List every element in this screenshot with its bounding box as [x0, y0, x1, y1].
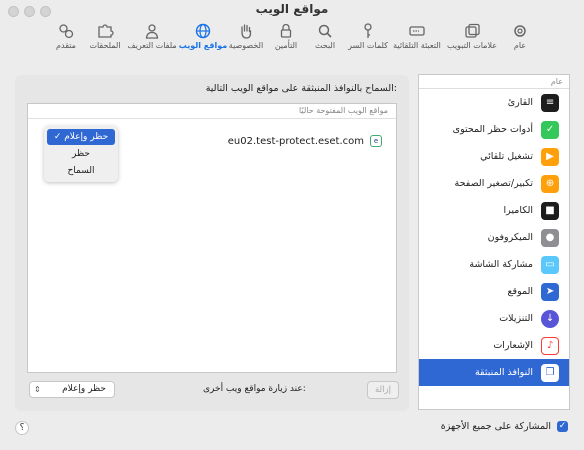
menu-item-block-and-notify[interactable]: ✓ حظر وإعلام	[47, 129, 115, 145]
puzzle-icon	[98, 24, 114, 38]
sidebar-item-popup-windows[interactable]: ❐ النوافذ المنبثقة	[419, 359, 569, 386]
microphone-icon: ●	[541, 228, 559, 247]
sidebar-item-label: الميكروفون	[487, 232, 533, 243]
panel-heading: السماح بالنوافذ المنبثقة على مواقع الويب…	[205, 83, 397, 94]
sidebar-item-label: أدوات حظر المحتوى	[452, 124, 533, 135]
menu-item-block[interactable]: حظر	[47, 146, 115, 162]
other-sites-select[interactable]: حظر وإعلام ⇕	[29, 381, 115, 398]
hand-icon	[241, 24, 252, 39]
sidebar-section-header: عام	[419, 75, 569, 89]
sidebar-item-content-blockers[interactable]: ✓ أدوات حظر المحتوى	[419, 116, 569, 143]
checkmark-icon: ✓	[53, 132, 62, 142]
gear-icon	[514, 25, 526, 37]
remove-button[interactable]: إزالة	[367, 381, 399, 399]
tabs-icon	[465, 23, 480, 38]
sidebar-item-location[interactable]: ➤ الموقع	[419, 278, 569, 305]
safari-settings-window: مواقع الويب عام علامات التبويب التعبئة ا…	[0, 0, 584, 450]
bell-icon: ♪	[541, 336, 559, 355]
location-arrow-icon: ➤	[541, 282, 559, 301]
sidebar-item-label: الكاميرا	[503, 205, 533, 216]
table-header: مواقع الويب المفتوحة حاليًا	[28, 104, 396, 119]
popup-window-icon: ❐	[541, 363, 559, 382]
sidebar-item-notifications[interactable]: ♪ الإشعارات	[419, 332, 569, 359]
key-icon	[364, 23, 372, 38]
window-title: مواقع الويب	[255, 2, 329, 16]
autofill-icon	[409, 26, 425, 36]
tab-advanced[interactable]: متقدم	[40, 22, 92, 58]
table-row[interactable]: eu02.test-protect.eset.com e	[228, 135, 382, 147]
sidebar-item-camera[interactable]: ■ الكاميرا	[419, 197, 569, 224]
select-value: حظر وإعلام	[62, 384, 106, 394]
settings-toolbar: عام علامات التبويب التعبئة التلقائية كلم…	[0, 20, 584, 58]
tab-websites[interactable]: مواقع الويب	[177, 20, 229, 58]
sidebar-item-label: تكبير/تصغير الصفحة	[454, 178, 533, 189]
tab-label: ملفات التعريف	[127, 41, 177, 50]
popup-settings-panel: السماح بالنوافذ المنبثقة على مواقع الويب…	[15, 75, 409, 411]
tab-tabs[interactable]: علامات التبويب	[446, 22, 498, 58]
screen-share-icon: ▭	[541, 255, 559, 274]
tab-label: مواقع الويب	[178, 41, 228, 50]
tab-label: التعبئة التلقائية	[393, 41, 441, 50]
camera-icon: ■	[541, 201, 559, 220]
tab-label: علامات التبويب	[446, 41, 498, 50]
search-icon	[318, 24, 332, 38]
reader-icon: ≡	[541, 93, 559, 112]
settings-sidebar: عام ≡ القارئ ✓ أدوات حظر المحتوى ▶ تشغيل…	[418, 74, 570, 410]
popup-policy-menu: ✓ حظر وإعلام حظر السماح	[44, 126, 118, 182]
menu-item-label: حظر وإعلام	[64, 132, 109, 142]
sidebar-item-label: التنزيلات	[499, 313, 533, 324]
sidebar-item-label: مشاركة الشاشة	[469, 259, 533, 270]
sidebar-item-label: النوافذ المنبثقة	[474, 367, 533, 378]
sidebar-item-page-zoom[interactable]: ⊕ تكبير/تصغير الصفحة	[419, 170, 569, 197]
tab-general[interactable]: عام	[494, 22, 546, 58]
sidebar-item-microphone[interactable]: ● الميكروفون	[419, 224, 569, 251]
sidebar-item-reader[interactable]: ≡ القارئ	[419, 89, 569, 116]
sidebar-item-label: تشغيل تلقائي	[480, 151, 533, 162]
help-button[interactable]: ؟	[15, 421, 29, 435]
sidebar-item-label: القارئ	[507, 97, 533, 108]
tab-label: عام	[513, 41, 527, 50]
share-across-devices[interactable]: المشاركة على جميع الأجهزة ✓	[441, 421, 568, 432]
advanced-gear-icon	[59, 24, 74, 39]
chevron-updown-icon: ⇕	[34, 385, 41, 394]
eset-favicon-icon: e	[370, 135, 382, 147]
content-blocker-icon: ✓	[541, 120, 559, 139]
share-label: المشاركة على جميع الأجهزة	[440, 421, 551, 432]
tab-label: متقدم	[56, 41, 76, 50]
zoom-icon: ⊕	[541, 174, 559, 193]
person-icon	[145, 24, 159, 39]
site-name: eu02.test-protect.eset.com	[227, 135, 364, 147]
sidebar-item-autoplay[interactable]: ▶ تشغيل تلقائي	[419, 143, 569, 170]
tab-profiles[interactable]: ملفات التعريف	[126, 22, 178, 58]
tab-autofill[interactable]: التعبئة التلقائية	[391, 22, 443, 58]
sidebar-item-label: الموقع	[507, 286, 533, 297]
sidebar-item-label: الإشعارات	[493, 340, 533, 351]
share-checkbox[interactable]: ✓	[557, 421, 568, 432]
globe-icon	[195, 23, 211, 39]
sidebar-item-screen-sharing[interactable]: ▭ مشاركة الشاشة	[419, 251, 569, 278]
sidebar-item-downloads[interactable]: ↓ التنزيلات	[419, 305, 569, 332]
other-sites-label: عند زيارة مواقع ويب أخرى:	[203, 384, 306, 394]
lock-icon	[280, 23, 292, 38]
menu-item-allow[interactable]: السماح	[47, 163, 115, 179]
websites-table: مواقع الويب المفتوحة حاليًا eu02.test-pr…	[27, 103, 397, 373]
play-icon: ▶	[541, 147, 559, 166]
download-icon: ↓	[541, 309, 559, 328]
